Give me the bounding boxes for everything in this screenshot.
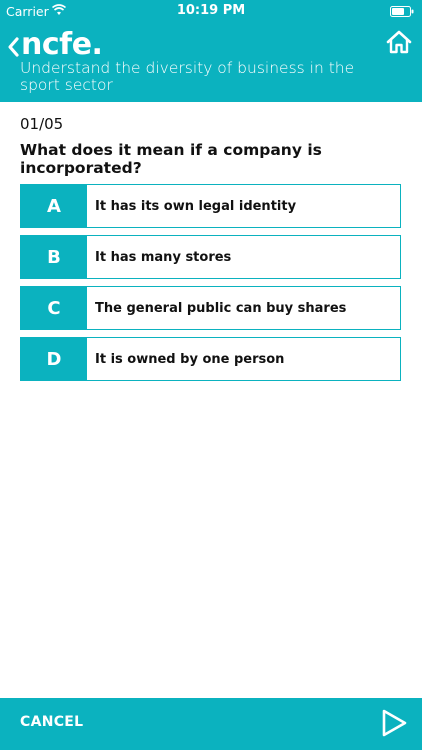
course-subtitle: Understand the diversity of business in … [20, 59, 355, 94]
option-text: It has many stores [95, 249, 232, 265]
answer-option-b[interactable]: B It has many stores [20, 235, 401, 279]
option-letter: D [21, 338, 87, 380]
footer-bar: CANCEL [0, 698, 422, 750]
answer-option-c[interactable]: C The general public can buy shares [20, 286, 401, 330]
header-bar: Carrier 10:19 PM ncfe. Understand the di… [0, 0, 422, 102]
status-time: 10:19 PM [176, 3, 246, 18]
answer-option-a[interactable]: A It has its own legal identity [20, 184, 401, 228]
answer-option-d[interactable]: D It is owned by one person [20, 337, 401, 381]
question-counter: 01/05 [20, 115, 64, 133]
play-triangle-icon[interactable] [380, 708, 408, 738]
ncfe-logo: ncfe. [21, 27, 103, 62]
option-letter: C [21, 287, 87, 329]
option-letter: A [21, 185, 87, 227]
option-letter: B [21, 236, 87, 278]
quiz-screen: Carrier 10:19 PM ncfe. Understand the di… [0, 0, 422, 750]
battery-icon [390, 6, 414, 17]
status-bar: Carrier 10:19 PM [0, 0, 422, 22]
home-icon[interactable] [386, 30, 412, 54]
option-text: The general public can buy shares [95, 300, 347, 316]
question-text: What does it mean if a company is incorp… [20, 141, 322, 177]
cancel-button[interactable]: CANCEL [20, 714, 83, 730]
chevron-left-icon[interactable] [6, 36, 20, 58]
option-text: It is owned by one person [95, 351, 285, 367]
option-text: It has its own legal identity [95, 198, 297, 214]
answer-options: A It has its own legal identity B It has… [20, 184, 401, 388]
